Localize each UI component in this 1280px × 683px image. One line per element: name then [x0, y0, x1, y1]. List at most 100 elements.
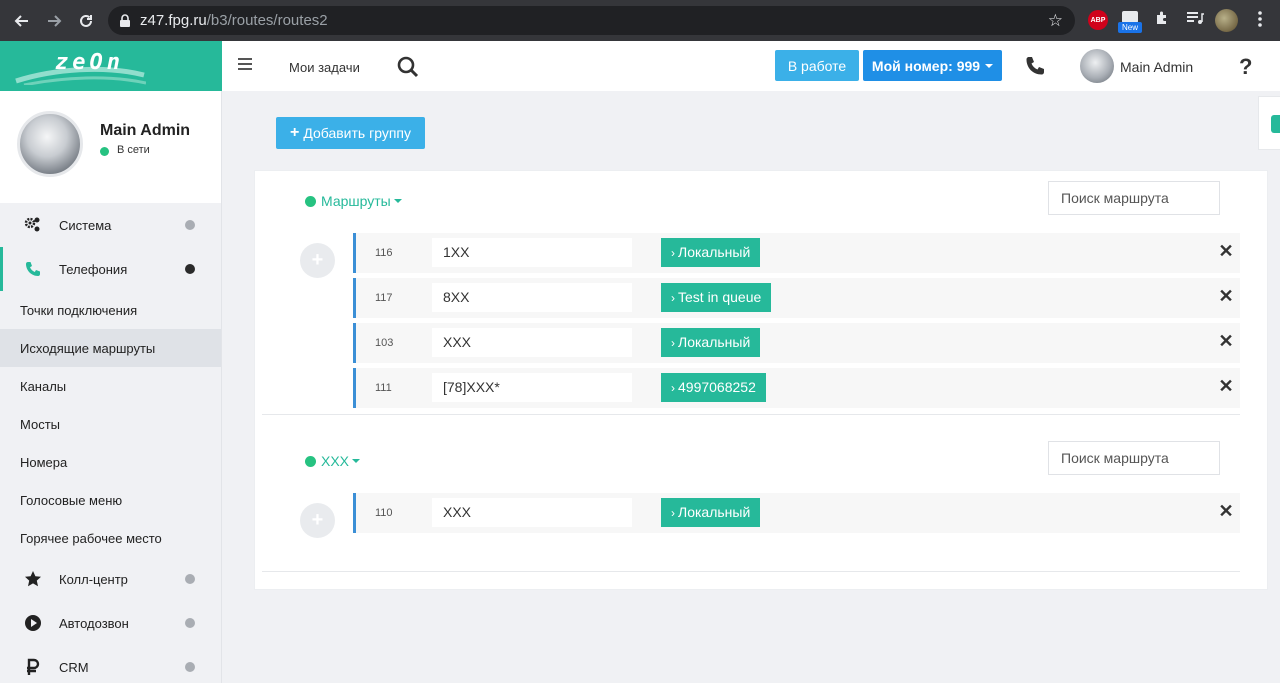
- route-pattern-field[interactable]: XXX: [432, 328, 632, 357]
- work-status-button[interactable]: В работе: [775, 50, 859, 81]
- extensions-puzzle-icon[interactable]: [1154, 10, 1170, 31]
- phone-icon: [26, 262, 40, 276]
- add-group-button[interactable]: + Добавить группу: [276, 117, 425, 149]
- delete-route-icon[interactable]: ✕: [1218, 287, 1234, 305]
- delete-route-icon[interactable]: ✕: [1218, 377, 1234, 395]
- my-number-dropdown[interactable]: Мой номер: 999: [863, 50, 1002, 81]
- route-search-input[interactable]: [1048, 181, 1220, 215]
- chevron-right-icon: [185, 220, 195, 230]
- browser-profile-avatar[interactable]: [1215, 9, 1238, 32]
- forward-icon[interactable]: [42, 9, 66, 33]
- star-icon: [25, 571, 41, 587]
- adblock-extension-icon[interactable]: ABP: [1088, 10, 1108, 30]
- route-id: 110: [375, 507, 393, 519]
- profile-status: В сети: [117, 144, 150, 156]
- delete-route-icon[interactable]: ✕: [1218, 502, 1234, 520]
- reload-icon[interactable]: [74, 9, 98, 33]
- route-id: 111: [375, 382, 392, 394]
- chevron-right-icon: [185, 662, 195, 672]
- main-content: +Добавить группу Маршруты + 116 1XX ›Лок…: [222, 91, 1280, 683]
- address-bar[interactable]: z47.fpg.ru/b3/routes/routes2 ☆: [108, 6, 1075, 35]
- delete-route-icon[interactable]: ✕: [1218, 332, 1234, 350]
- route-id: 103: [375, 337, 394, 349]
- group-status-icon: [305, 455, 316, 467]
- group-title-dropdown[interactable]: XXX: [305, 453, 361, 469]
- chevron-right-icon: ›: [671, 381, 675, 395]
- sidebar-subitem-numbers[interactable]: Номера: [0, 443, 221, 481]
- browser-menu-icon[interactable]: [1257, 10, 1265, 31]
- sidebar-item-telephony[interactable]: Телефония: [0, 247, 221, 291]
- back-icon[interactable]: [10, 9, 34, 33]
- table-row[interactable]: 103 XXX › Локальный ✕: [353, 323, 1240, 363]
- table-row[interactable]: 116 1XX › Локальный ✕: [353, 233, 1240, 273]
- new-extension-icon[interactable]: New: [1118, 9, 1142, 33]
- app-header: zeOn Мои задачи В работе Мой номер: 999 …: [0, 41, 1280, 91]
- sidebar-item-crm[interactable]: CRM: [0, 645, 221, 683]
- sidebar-subitem-channels[interactable]: Каналы: [0, 367, 221, 405]
- media-queue-icon[interactable]: [1186, 10, 1204, 31]
- chevron-down-icon: [393, 199, 402, 203]
- sidebar-profile: Main Admin В сети: [0, 91, 221, 203]
- route-destination-tag[interactable]: › Локальный: [661, 238, 761, 267]
- route-pattern-field[interactable]: [78]XXX*: [432, 373, 632, 402]
- plus-icon: +: [289, 124, 300, 141]
- sidebar-item-autodial[interactable]: Автодозвон: [0, 601, 221, 645]
- search-icon[interactable]: [396, 55, 420, 79]
- phone-icon[interactable]: [1024, 55, 1046, 77]
- ruble-icon: [27, 658, 40, 675]
- sidebar-item-call-center[interactable]: Колл-центр: [0, 557, 221, 601]
- sidebar-subitem-outgoing-routes[interactable]: Исходящие маршруты: [0, 329, 221, 367]
- route-pattern-field[interactable]: 1XX: [432, 238, 632, 267]
- add-route-button[interactable]: +: [300, 503, 335, 538]
- play-icon: [25, 615, 41, 631]
- sidebar-subitem-connection-points[interactable]: Точки подключения: [0, 291, 221, 329]
- route-group: XXX + 110 XXX ›Локальный ✕: [262, 431, 1240, 572]
- chevron-right-icon: ›: [671, 506, 675, 520]
- chevron-right-icon: ›: [671, 336, 675, 350]
- app-logo[interactable]: zeOn: [0, 41, 222, 91]
- table-row[interactable]: 111 [78]XXX* › 4997068252 ✕: [353, 368, 1240, 408]
- puzzle-tab-icon: [1271, 115, 1280, 133]
- chevron-right-icon: ›: [671, 291, 675, 305]
- route-search-input[interactable]: [1048, 441, 1220, 475]
- chevron-down-icon: [185, 264, 195, 274]
- chevron-down-icon: [985, 63, 994, 68]
- chevron-down-icon: [352, 459, 361, 463]
- help-icon[interactable]: ?: [1239, 54, 1252, 80]
- header-user-name[interactable]: Main Admin: [1120, 59, 1193, 75]
- online-status-icon: [100, 147, 109, 156]
- bookmark-star-icon[interactable]: ☆: [1048, 11, 1063, 31]
- table-row[interactable]: 110 XXX › Локальный ✕: [353, 493, 1240, 533]
- route-pattern-field[interactable]: XXX: [432, 498, 632, 527]
- route-pattern-field[interactable]: 8XX: [432, 283, 632, 312]
- side-panel-tab[interactable]: [1258, 96, 1280, 150]
- avatar[interactable]: [17, 111, 83, 177]
- route-destination-tag[interactable]: › Локальный: [661, 498, 761, 527]
- group-status-icon: [305, 195, 316, 207]
- url-host: z47.fpg.ru: [140, 12, 207, 29]
- gears-icon: [24, 217, 40, 232]
- route-destination-tag[interactable]: › 4997068252: [661, 373, 766, 402]
- menu-toggle-icon[interactable]: [238, 58, 254, 72]
- url-path: /b3/routes/routes2: [206, 12, 328, 29]
- sidebar: Main Admin В сети Система Телефония Точк…: [0, 91, 222, 683]
- group-title-dropdown[interactable]: Маршруты: [305, 193, 402, 209]
- add-route-button[interactable]: +: [300, 243, 335, 278]
- route-destination-tag[interactable]: › Test in queue: [661, 283, 772, 312]
- sidebar-subitem-voice-menus[interactable]: Голосовые меню: [0, 481, 221, 519]
- route-groups-panel: Маршруты + 116 1XX ›Локальный ✕ 117 8XX …: [254, 170, 1268, 590]
- route-id: 117: [375, 292, 393, 304]
- header-user-avatar[interactable]: [1080, 49, 1114, 83]
- route-id: 116: [375, 247, 393, 259]
- route-destination-tag[interactable]: › Локальный: [661, 328, 761, 357]
- route-group: Маршруты + 116 1XX ›Локальный ✕ 117 8XX …: [262, 171, 1240, 415]
- delete-route-icon[interactable]: ✕: [1218, 242, 1234, 260]
- sidebar-subitem-bridges[interactable]: Мосты: [0, 405, 221, 443]
- chevron-right-icon: [185, 574, 195, 584]
- my-tasks-link[interactable]: Мои задачи: [289, 60, 360, 75]
- sidebar-subitem-hot-desk[interactable]: Горячее рабочее место: [0, 519, 221, 557]
- table-row[interactable]: 117 8XX › Test in queue ✕: [353, 278, 1240, 318]
- profile-name: Main Admin: [100, 122, 191, 139]
- lock-icon: [120, 13, 130, 27]
- sidebar-item-system[interactable]: Система: [0, 203, 221, 247]
